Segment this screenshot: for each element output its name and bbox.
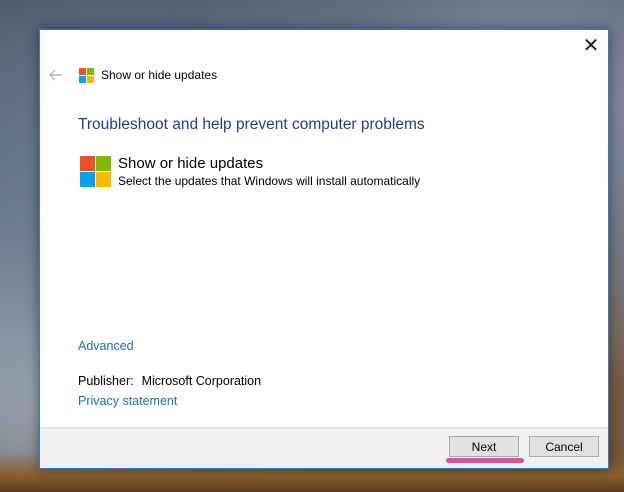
- next-button[interactable]: Next: [449, 436, 519, 457]
- page-heading: Troubleshoot and help prevent computer p…: [78, 116, 425, 133]
- dialog-footer: Next Cancel: [40, 427, 608, 468]
- publisher-label: Publisher:: [78, 374, 134, 388]
- close-button[interactable]: ✕: [574, 30, 608, 60]
- cancel-button[interactable]: Cancel: [529, 436, 599, 457]
- windows-logo-icon: [80, 156, 111, 187]
- dialog-header: Show or hide updates: [40, 60, 608, 90]
- privacy-statement-link[interactable]: Privacy statement: [78, 394, 177, 408]
- next-button-highlight: [446, 458, 524, 463]
- item-title: Show or hide updates: [118, 155, 264, 172]
- item-description: Select the updates that Windows will ins…: [118, 174, 421, 188]
- publisher-info: Publisher: Microsoft Corporation: [78, 374, 261, 388]
- troubleshooter-dialog: ✕ Show or hide updates Troubleshoot and …: [39, 29, 609, 469]
- publisher-value: Microsoft Corporation: [141, 374, 262, 388]
- windows-logo-icon: [79, 67, 94, 83]
- back-arrow-icon[interactable]: [47, 66, 65, 84]
- advanced-link[interactable]: Advanced: [78, 339, 134, 353]
- window-title: Show or hide updates: [101, 68, 218, 82]
- close-icon: ✕: [582, 34, 600, 57]
- troubleshooter-item: Show or hide updates Select the updates …: [80, 155, 420, 188]
